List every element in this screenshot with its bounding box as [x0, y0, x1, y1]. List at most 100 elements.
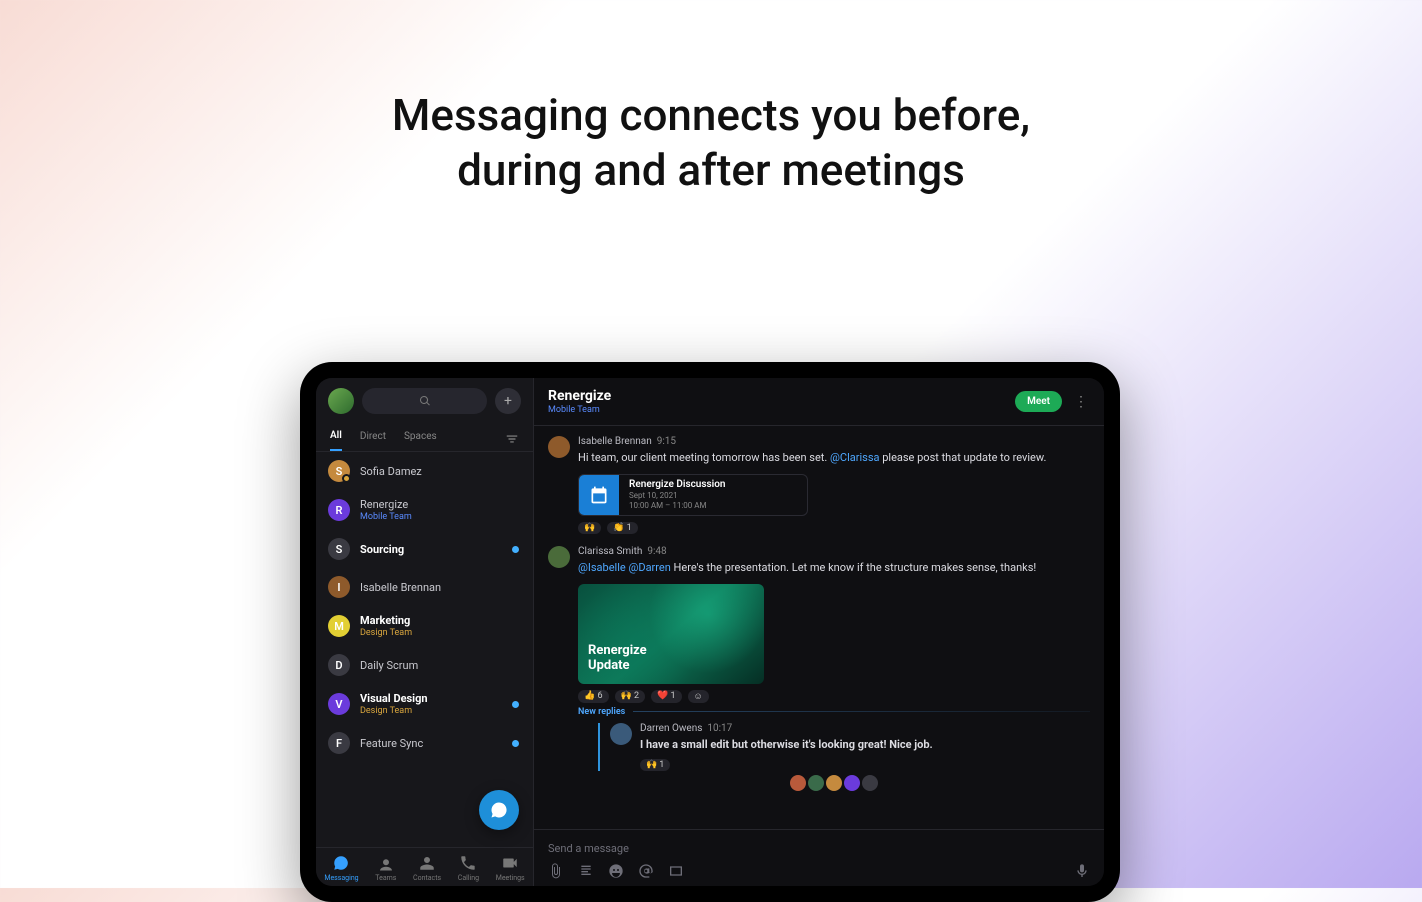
contacts-icon: [418, 854, 436, 872]
message: Isabelle Brennan 9:15 Hi team, our clien…: [548, 436, 1090, 534]
conversation-sub: Design Team: [360, 706, 521, 716]
conversation-name: Visual Design: [360, 692, 521, 705]
avatar: I: [328, 576, 350, 598]
conversation-sub: Mobile Team: [360, 512, 521, 522]
meetings-icon: [501, 854, 519, 872]
conversation-item[interactable]: D Daily Scrum: [316, 646, 533, 684]
compose-fab[interactable]: [479, 790, 519, 830]
unread-indicator: [512, 740, 519, 747]
mic-icon[interactable]: [1074, 863, 1090, 882]
reaction[interactable]: 👏 1: [607, 522, 638, 534]
reaction[interactable]: 🙌1: [640, 759, 670, 771]
conversation-name: Sofia Damez: [360, 465, 521, 478]
avatar: [548, 546, 570, 568]
nav-meetings[interactable]: Meetings: [496, 854, 525, 882]
emoji-icon[interactable]: [608, 863, 624, 882]
thread-participants[interactable]: [578, 775, 1090, 791]
composer-toolbar: [548, 863, 1090, 886]
reaction[interactable]: 🙌: [578, 522, 601, 534]
conversation-item[interactable]: M MarketingDesign Team: [316, 606, 533, 646]
event-time: 10:00 AM – 11:00 AM: [629, 501, 726, 510]
reaction[interactable]: 🙌 2: [615, 690, 646, 703]
teams-icon: [377, 854, 395, 872]
nav-calling[interactable]: Calling: [458, 854, 479, 882]
thread-reply: Darren Owens 10:17 I have a small edit b…: [598, 723, 1090, 771]
message-time: 9:48: [647, 546, 666, 557]
message-author: Clarissa Smith: [578, 546, 642, 557]
tab-all[interactable]: All: [330, 430, 342, 451]
conversation-item[interactable]: S Sourcing: [316, 530, 533, 568]
user-avatar[interactable]: [328, 388, 354, 414]
new-conversation-button[interactable]: +: [495, 388, 521, 414]
chat-scroll[interactable]: Isabelle Brennan 9:15 Hi team, our clien…: [534, 426, 1104, 829]
participant-avatar: [844, 775, 860, 791]
conversation-sub: Design Team: [360, 628, 521, 638]
tablet-frame: + All Direct Spaces S Sofia Damez R Rene…: [300, 362, 1120, 902]
event-title: Renergize Discussion: [629, 479, 726, 490]
conversation-item[interactable]: V Visual DesignDesign Team: [316, 684, 533, 724]
messaging-icon: [332, 854, 350, 872]
conversation-name: Daily Scrum: [360, 659, 521, 672]
tab-spaces[interactable]: Spaces: [404, 431, 437, 450]
conversation-list: S Sofia Damez R RenergizeMobile Team S S…: [316, 452, 533, 847]
app-screen: + All Direct Spaces S Sofia Damez R Rene…: [316, 378, 1104, 886]
mention[interactable]: @Clarissa: [830, 451, 879, 464]
avatar: F: [328, 732, 350, 754]
conversation-name: Isabelle Brennan: [360, 581, 521, 594]
reaction[interactable]: ❤️ 1: [651, 690, 682, 703]
filter-icon[interactable]: [505, 432, 519, 449]
event-date: Sept 10, 2021: [629, 491, 726, 500]
conversation-name: Sourcing: [360, 543, 521, 556]
nav-contacts[interactable]: Contacts: [413, 854, 441, 882]
marketing-headline: Messaging connects you before, during an…: [0, 88, 1422, 198]
more-icon[interactable]: ⋮: [1072, 394, 1090, 410]
conversation-item[interactable]: R RenergizeMobile Team: [316, 490, 533, 530]
event-card[interactable]: Renergize Discussion Sept 10, 2021 10:00…: [578, 474, 808, 516]
participant-avatar: [808, 775, 824, 791]
message-text: Hi team, our client meeting tomorrow has…: [578, 450, 1090, 466]
nav-teams[interactable]: Teams: [375, 854, 396, 882]
mention-icon[interactable]: [638, 863, 654, 882]
conversation-item[interactable]: F Feature Sync: [316, 724, 533, 762]
nav-messaging[interactable]: Messaging: [324, 854, 358, 882]
format-icon[interactable]: [578, 863, 594, 882]
avatar: D: [328, 654, 350, 676]
attachment-thumbnail[interactable]: Renergize Update: [578, 584, 764, 684]
search-icon: [419, 395, 431, 407]
new-replies-divider: New replies: [578, 707, 1090, 717]
mention[interactable]: @Isabelle: [578, 561, 626, 574]
conversation-item[interactable]: I Isabelle Brennan: [316, 568, 533, 606]
attach-icon[interactable]: [548, 863, 564, 882]
avatar: V: [328, 693, 350, 715]
reaction[interactable]: 👍 6: [578, 690, 609, 703]
message: Clarissa Smith 9:48 @Isabelle @Darren He…: [548, 546, 1090, 791]
avatar: [548, 436, 570, 458]
message-text: @Isabelle @Darren Here's the presentatio…: [578, 560, 1090, 576]
sidebar-tabs: All Direct Spaces: [316, 424, 533, 452]
calling-icon: [459, 854, 477, 872]
gif-icon[interactable]: [668, 863, 684, 882]
chat-header: Renergize Mobile Team Meet ⋮: [534, 378, 1104, 426]
mention[interactable]: @Darren: [628, 561, 670, 574]
sidebar-topbar: +: [316, 378, 533, 424]
avatar: M: [328, 615, 350, 637]
composer-input[interactable]: Send a message: [548, 838, 1090, 863]
avatar: R: [328, 499, 350, 521]
meet-button[interactable]: Meet: [1015, 391, 1062, 412]
reaction[interactable]: ☺: [688, 690, 709, 703]
participant-avatar: [826, 775, 842, 791]
message-author: Darren Owens: [640, 723, 702, 734]
unread-indicator: [512, 701, 519, 708]
avatar: [610, 723, 632, 745]
conversation-item[interactable]: S Sofia Damez: [316, 452, 533, 490]
calendar-icon: [579, 475, 619, 515]
tab-direct[interactable]: Direct: [360, 431, 386, 450]
conversation-name: Feature Sync: [360, 737, 521, 750]
sidebar: + All Direct Spaces S Sofia Damez R Rene…: [316, 378, 534, 886]
search-input[interactable]: [362, 388, 487, 414]
chat-panel: Renergize Mobile Team Meet ⋮ Isabelle Br…: [534, 378, 1104, 886]
nav-label: Calling: [458, 874, 479, 882]
composer: Send a message: [534, 829, 1104, 886]
avatar: S: [328, 460, 350, 482]
participant-avatar: [790, 775, 806, 791]
